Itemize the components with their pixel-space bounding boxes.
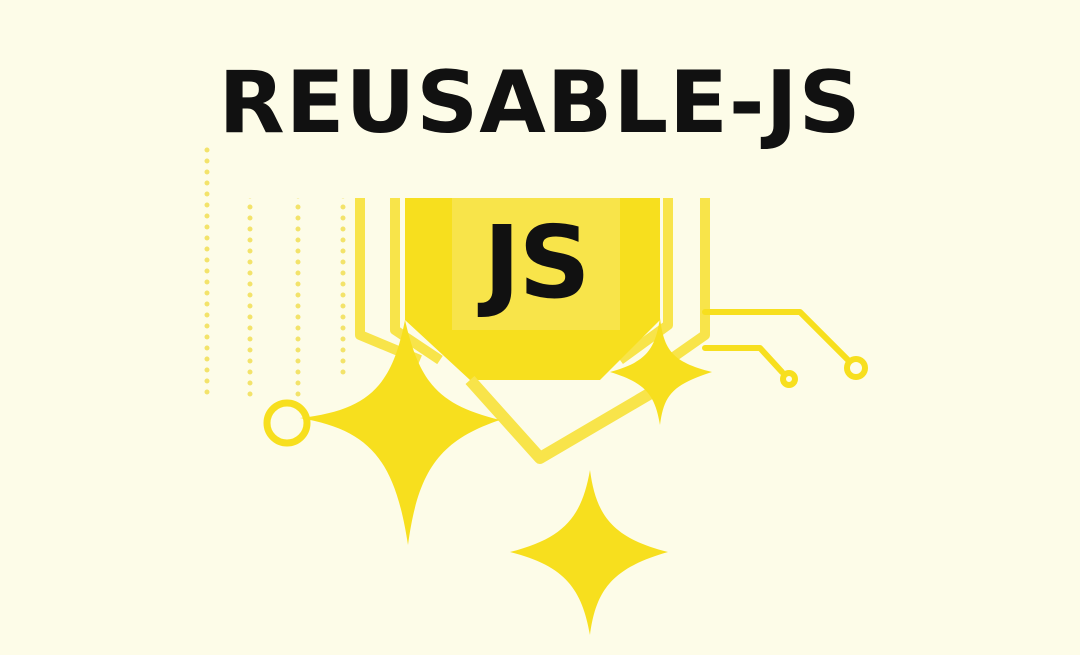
banner-canvas: REUSABLE-JS JS	[0, 0, 1080, 655]
sparkle-icon	[510, 470, 668, 635]
circuit-line-icon	[702, 309, 868, 388]
js-badge: JS	[452, 196, 620, 330]
js-badge-label: JS	[483, 204, 590, 321]
ring-icon	[263, 399, 311, 447]
page-title: REUSABLE-JS	[218, 53, 862, 153]
